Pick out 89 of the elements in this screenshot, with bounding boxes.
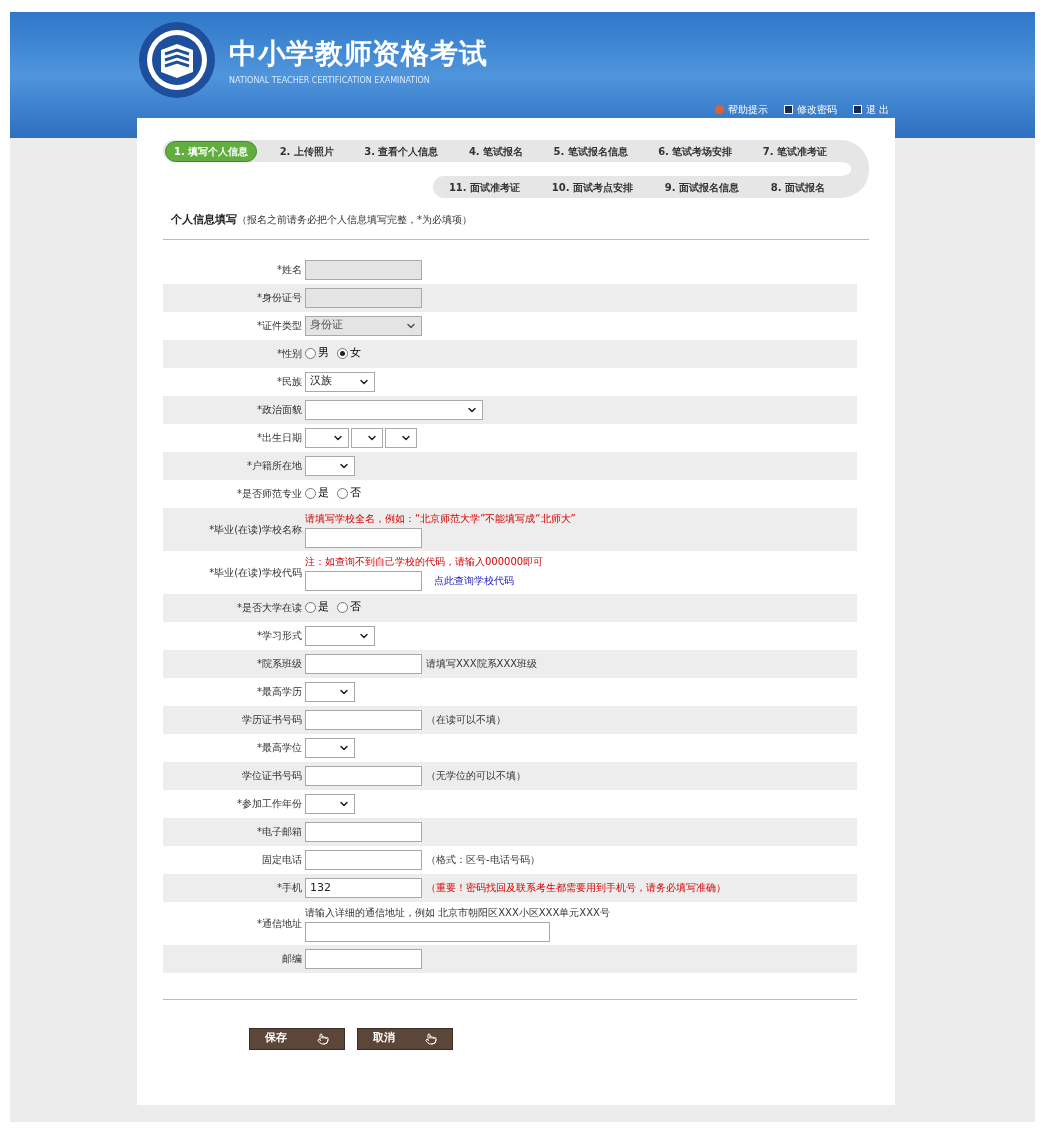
radio-label: 男 xyxy=(318,345,329,362)
section-note: （报名之前请务必把个人信息填写完整，*为必填项） xyxy=(237,213,472,227)
school-code-link[interactable]: 点此查询学校代码 xyxy=(434,573,514,588)
field-label: *院系班级 xyxy=(256,657,303,671)
text-field[interactable]: 132 xyxy=(305,877,422,898)
dropdown-select[interactable] xyxy=(305,625,375,646)
dropdown-select[interactable] xyxy=(305,455,355,476)
dropdown-select[interactable] xyxy=(305,399,483,420)
radio-button[interactable] xyxy=(337,348,348,359)
site-title: 中小学教师资格考试 xyxy=(229,36,488,72)
field-hint: 请填写XXX院系XXX班级 xyxy=(426,657,538,671)
header-link[interactable]: 修改密码 xyxy=(783,102,837,117)
section-title: 个人信息填写 xyxy=(171,212,237,228)
radio-button[interactable] xyxy=(305,348,316,359)
field-label: *证件类型 xyxy=(256,319,303,333)
field-label: *出生日期 xyxy=(256,431,303,445)
dropdown-select[interactable] xyxy=(305,737,355,758)
field-label: *学习形式 xyxy=(256,629,303,643)
step-tab[interactable]: 11. 面试准考证 xyxy=(440,177,529,197)
dropdown-select[interactable] xyxy=(305,681,355,702)
field-label: *毕业(在读)学校代码 xyxy=(208,565,303,580)
field-label: 邮编 xyxy=(281,952,303,966)
field-label: *身份证号 xyxy=(256,291,303,305)
field-label: *电子邮箱 xyxy=(256,825,303,839)
field-label: *最高学位 xyxy=(256,741,303,755)
header-link[interactable]: 退 出 xyxy=(852,102,889,117)
text-field[interactable] xyxy=(305,765,422,786)
radio-label: 是 xyxy=(318,599,329,616)
radio-label: 否 xyxy=(350,485,361,502)
field-label: 学位证书号码 xyxy=(241,769,303,783)
text-field[interactable] xyxy=(305,653,422,674)
square-icon xyxy=(852,105,862,114)
radio-label: 是 xyxy=(318,485,329,502)
text-field[interactable] xyxy=(305,921,550,942)
field-note: 注：如查询不到自己学校的代码，请输入000000即可 xyxy=(305,554,544,569)
info-icon xyxy=(714,105,724,114)
field-label: 学历证书号码 xyxy=(241,713,303,727)
hand-icon xyxy=(425,1032,437,1045)
step-tab[interactable]: 5. 笔试报名信息 xyxy=(545,141,636,161)
field-label: *最高学历 xyxy=(256,685,303,699)
dropdown-select[interactable] xyxy=(351,427,383,448)
field-note: 请输入详细的通信地址，例如 北京市朝阳区XXX小区XXX单元XXX号 xyxy=(305,905,610,920)
step-tab[interactable]: 4. 笔试报名 xyxy=(460,141,532,161)
field-label: *通信地址 xyxy=(256,916,303,931)
radio-button[interactable] xyxy=(305,602,316,613)
field-label: *是否师范专业 xyxy=(236,487,303,501)
step-tab[interactable]: 3. 查看个人信息 xyxy=(356,141,447,161)
step-tab[interactable]: 7. 笔试准考证 xyxy=(754,141,835,161)
form-button[interactable]: 取消 xyxy=(357,1027,453,1050)
text-field[interactable] xyxy=(305,570,422,591)
text-field[interactable] xyxy=(305,948,422,969)
field-label: *手机 xyxy=(276,881,303,895)
dropdown-select[interactable]: 汉族 xyxy=(305,371,375,392)
dropdown-select[interactable] xyxy=(305,427,349,448)
header-link[interactable]: 帮助提示 xyxy=(714,102,768,117)
step-tab[interactable]: 6. 笔试考场安排 xyxy=(650,141,741,161)
field-label: *政治面貌 xyxy=(256,403,303,417)
field-label: 固定电话 xyxy=(261,853,303,867)
step-tab[interactable]: 9. 面试报名信息 xyxy=(656,177,748,197)
text-field[interactable] xyxy=(305,821,422,842)
radio-label: 否 xyxy=(350,599,361,616)
dropdown-select[interactable] xyxy=(385,427,417,448)
dropdown-select[interactable] xyxy=(305,793,355,814)
radio-button[interactable] xyxy=(337,602,348,613)
form-button[interactable]: 保存 xyxy=(249,1027,345,1050)
field-hint: （重要！密码找回及联系考生都需要用到手机号，请务必填写准确） xyxy=(426,881,726,895)
field-hint: （无学位的可以不填） xyxy=(426,769,526,783)
field-label: *是否大学在读 xyxy=(236,601,303,615)
text-field[interactable] xyxy=(305,527,422,548)
field-label: *性别 xyxy=(276,347,303,361)
field-note: 请填写学校全名，例如：“北京师范大学”不能填写成“北师大” xyxy=(305,511,576,526)
text-field[interactable] xyxy=(305,849,422,870)
step-tab[interactable]: 2. 上传照片 xyxy=(271,141,342,161)
field-label: *民族 xyxy=(276,375,303,389)
radio-button[interactable] xyxy=(305,488,316,499)
radio-label: 女 xyxy=(350,345,361,362)
hand-icon xyxy=(317,1032,329,1045)
square-icon xyxy=(783,105,793,114)
field-hint: （在读可以不填） xyxy=(426,713,506,727)
field-label: *参加工作年份 xyxy=(236,797,303,811)
radio-button[interactable] xyxy=(337,488,348,499)
text-field[interactable] xyxy=(305,709,422,730)
site-subtitle: NATIONAL TEACHER CERTIFICATION EXAMINATION xyxy=(229,75,431,87)
step-tab[interactable]: 10. 面试考点安排 xyxy=(543,177,642,197)
field-label: *姓名 xyxy=(276,263,303,277)
field-label: *毕业(在读)学校名称 xyxy=(208,522,303,537)
field-hint: （格式：区号-电话号码） xyxy=(426,853,540,867)
step-tab[interactable]: 8. 面试报名 xyxy=(762,177,834,197)
field-label: *户籍所在地 xyxy=(246,459,303,473)
